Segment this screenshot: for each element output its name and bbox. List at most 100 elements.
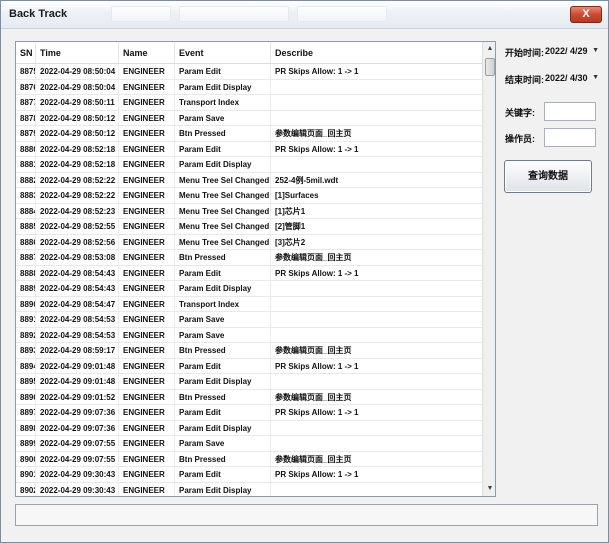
cell-event: Menu Tree Sel Changed	[175, 234, 271, 250]
cell-describe: [2]管脚1	[275, 222, 306, 231]
start-date-picker[interactable]: 2022/ 4/29 ▼	[545, 42, 599, 60]
table-row[interactable]: 88962022-04-29 09:01:52ENGINEERBtn Press…	[16, 389, 482, 405]
cell-sn: 8876	[16, 79, 36, 95]
table-row[interactable]: 88792022-04-29 08:50:12ENGINEERBtn Press…	[16, 126, 482, 142]
column-header-name[interactable]: Name	[119, 42, 175, 64]
cell-event: Param Edit Display	[175, 157, 271, 172]
table-row[interactable]: 88982022-04-29 09:07:36ENGINEERParam Edi…	[16, 420, 482, 436]
column-header-time[interactable]: Time	[36, 42, 119, 64]
cell-describe	[271, 281, 482, 296]
cell-name: ENGINEER	[119, 358, 175, 374]
cell-event: Param Edit Display	[175, 79, 271, 95]
cell-time: 2022-04-29 08:52:23	[36, 203, 119, 219]
table-row[interactable]: 88972022-04-29 09:07:36ENGINEERParam Edi…	[16, 405, 482, 421]
end-date-picker[interactable]: 2022/ 4/30 ▼	[545, 69, 599, 87]
column-header-sn[interactable]: SN	[16, 42, 36, 64]
chevron-down-icon[interactable]: ▼	[592, 69, 599, 87]
cell-name: ENGINEER	[119, 467, 175, 482]
table-row[interactable]: 88942022-04-29 09:01:48ENGINEERParam Edi…	[16, 358, 482, 374]
table-row[interactable]: 88902022-04-29 08:54:47ENGINEERTransport…	[16, 296, 482, 312]
cell-sn: 8899	[16, 436, 36, 451]
cell-time: 2022-04-29 09:01:48	[36, 358, 119, 374]
operator-label: 操作员:	[505, 134, 535, 144]
log-table[interactable]: SN Time Name Event Describe 88752022-04-…	[15, 41, 496, 497]
table-row[interactable]: 88892022-04-29 08:54:43ENGINEERParam Edi…	[16, 281, 482, 297]
cell-time: 2022-04-29 09:07:36	[36, 420, 119, 436]
table-row[interactable]: 88952022-04-29 09:01:48ENGINEERParam Edi…	[16, 374, 482, 390]
cell-describe: [3]芯片2	[275, 237, 306, 247]
close-button[interactable]: X	[570, 6, 602, 23]
cell-sn: 8894	[16, 358, 36, 374]
table-row[interactable]: 88912022-04-29 08:54:53ENGINEERParam Sav…	[16, 312, 482, 328]
cell-describe: PR Skips Allow: 1 -> 1	[275, 268, 359, 278]
cell-event: Menu Tree Sel Changed	[175, 188, 271, 203]
cell-sn: 8893	[16, 343, 36, 358]
table-row[interactable]: 88922022-04-29 08:54:53ENGINEERParam Sav…	[16, 327, 482, 343]
cell-time: 2022-04-29 08:52:22	[36, 188, 119, 203]
cell-name: ENGINEER	[119, 219, 175, 234]
table-row[interactable]: 88882022-04-29 08:54:43ENGINEERParam Edi…	[16, 265, 482, 281]
table-row[interactable]: 88762022-04-29 08:50:04ENGINEERParam Edi…	[16, 79, 482, 95]
table-row[interactable]: 88802022-04-29 08:52:18ENGINEERParam Edi…	[16, 141, 482, 157]
table-row[interactable]: 88772022-04-29 08:50:11ENGINEERTransport…	[16, 95, 482, 111]
cell-time: 2022-04-29 09:01:52	[36, 389, 119, 405]
cell-time: 2022-04-29 08:59:17	[36, 343, 119, 358]
table-row[interactable]: 88782022-04-29 08:50:12ENGINEERParam Sav…	[16, 110, 482, 126]
cell-describe: PR Skips Allow: 1 -> 1	[275, 144, 359, 154]
scroll-thumb[interactable]	[485, 58, 495, 76]
cell-describe	[271, 374, 482, 389]
table-row[interactable]: 88932022-04-29 08:59:17ENGINEERBtn Press…	[16, 343, 482, 359]
cell-time: 2022-04-29 08:52:56	[36, 234, 119, 250]
cell-sn: 8898	[16, 420, 36, 436]
cell-name: ENGINEER	[119, 436, 175, 451]
cell-time: 2022-04-29 08:50:11	[36, 95, 119, 110]
table-row[interactable]: 89012022-04-29 09:30:43ENGINEERParam Edi…	[16, 467, 482, 483]
cell-sn: 8880	[16, 141, 36, 157]
table-row[interactable]: 88852022-04-29 08:52:55ENGINEERMenu Tree…	[16, 219, 482, 235]
cell-time: 2022-04-29 08:50:04	[36, 79, 119, 95]
cell-name: ENGINEER	[119, 64, 175, 79]
start-time-label: 开始时间:	[505, 48, 544, 58]
table-row[interactable]: 88822022-04-29 08:52:22ENGINEERMenu Tree…	[16, 172, 482, 188]
cell-event: Param Save	[175, 312, 271, 327]
cell-sn: 8877	[16, 95, 36, 110]
cell-time: 2022-04-29 08:52:18	[36, 141, 119, 157]
cell-name: ENGINEER	[119, 172, 175, 188]
table-row[interactable]: 89002022-04-29 09:07:55ENGINEERBtn Press…	[16, 451, 482, 467]
cell-name: ENGINEER	[119, 157, 175, 172]
cell-time: 2022-04-29 08:54:53	[36, 327, 119, 343]
cell-name: ENGINEER	[119, 79, 175, 95]
vertical-scrollbar[interactable]: ▲ ▼	[482, 42, 495, 496]
table-row[interactable]: 88752022-04-29 08:50:04ENGINEERParam Edi…	[16, 64, 482, 80]
cell-describe	[271, 80, 482, 95]
cell-event: Param Edit Display	[175, 482, 271, 496]
operator-input[interactable]	[544, 128, 596, 147]
cell-describe	[271, 483, 482, 497]
table-row[interactable]: 88862022-04-29 08:52:56ENGINEERMenu Tree…	[16, 234, 482, 250]
cell-name: ENGINEER	[119, 250, 175, 265]
cell-event: Btn Pressed	[175, 250, 271, 265]
cell-event: Menu Tree Sel Changed	[175, 172, 271, 188]
query-data-button[interactable]: 查询数据	[504, 160, 592, 193]
title-bar[interactable]: Back Track X	[1, 1, 608, 29]
cell-describe	[271, 328, 482, 343]
keyword-input[interactable]	[544, 102, 596, 121]
cell-describe: 参数编辑页面_回主页	[275, 454, 352, 464]
scroll-down-icon[interactable]: ▼	[483, 482, 495, 496]
table-row[interactable]: 88832022-04-29 08:52:22ENGINEERMenu Tree…	[16, 188, 482, 204]
table-row[interactable]: 88992022-04-29 09:07:55ENGINEERParam Sav…	[16, 436, 482, 452]
cell-describe: 参数编辑页面_回主页	[275, 346, 352, 355]
table-row[interactable]: 89022022-04-29 09:30:43ENGINEERParam Edi…	[16, 482, 482, 497]
cell-event: Param Edit	[175, 405, 271, 420]
scroll-up-icon[interactable]: ▲	[483, 42, 495, 56]
cell-event: Btn Pressed	[175, 451, 271, 467]
table-row[interactable]: 88812022-04-29 08:52:18ENGINEERParam Edi…	[16, 157, 482, 173]
cell-name: ENGINEER	[119, 141, 175, 157]
table-row[interactable]: 88842022-04-29 08:52:23ENGINEERMenu Tree…	[16, 203, 482, 219]
cell-name: ENGINEER	[119, 482, 175, 496]
column-header-event[interactable]: Event	[175, 42, 271, 64]
table-row[interactable]: 88872022-04-29 08:53:08ENGINEERBtn Press…	[16, 250, 482, 266]
chevron-down-icon[interactable]: ▼	[592, 42, 599, 60]
column-header-describe[interactable]: Describe	[271, 42, 482, 64]
cell-sn: 8886	[16, 234, 36, 250]
